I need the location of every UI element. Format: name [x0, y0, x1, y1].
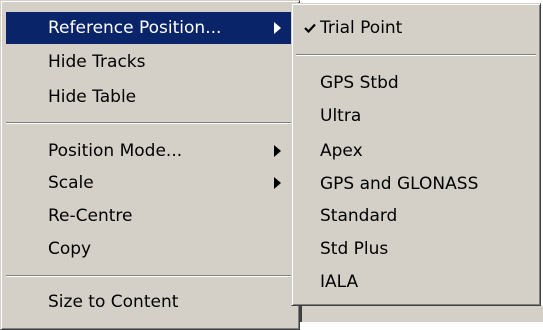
menu-item-label: Reference Position... [48, 18, 222, 38]
menu-item-position-mode[interactable]: Position Mode... [6, 135, 293, 167]
submenu-item-standard[interactable]: Standard [296, 200, 536, 232]
window-edge [300, 306, 302, 322]
reference-position-submenu: Trial Point GPS Stbd Ultra Apex GPS and … [291, 3, 541, 306]
menu-item-reference-position[interactable]: Reference Position... [6, 12, 293, 44]
submenu-item-label: Std Plus [320, 239, 389, 259]
submenu-item-label: IALA [320, 272, 359, 292]
menu-item-label: Scale [48, 173, 94, 193]
submenu-item-apex[interactable]: Apex [296, 135, 536, 167]
submenu-item-trial-point[interactable]: Trial Point [296, 12, 536, 44]
menu-item-hide-tracks[interactable]: Hide Tracks [6, 46, 293, 78]
menu-item-label: Position Mode... [48, 141, 183, 161]
context-menu: Reference Position... Hide Tracks Hide T… [0, 0, 300, 330]
submenu-item-label: GPS Stbd [320, 73, 399, 93]
submenu-item-gps-stbd[interactable]: GPS Stbd [296, 67, 536, 99]
menu-item-label: Hide Tracks [48, 52, 146, 72]
menu-item-copy[interactable]: Copy [6, 233, 293, 265]
menu-item-label: Size to Content [48, 292, 179, 312]
menu-item-label: Copy [48, 239, 92, 259]
submenu-item-iala[interactable]: IALA [296, 266, 536, 298]
submenu-item-label: GPS and GLONASS [320, 174, 479, 194]
submenu-item-label: Trial Point [320, 18, 403, 38]
menu-item-re-centre[interactable]: Re-Centre [6, 200, 293, 232]
check-icon [304, 23, 316, 33]
menu-separator [296, 54, 536, 56]
submenu-item-ultra[interactable]: Ultra [296, 100, 536, 132]
submenu-item-label: Ultra [320, 106, 362, 126]
menu-separator [6, 122, 292, 124]
menu-item-hide-table[interactable]: Hide Table [6, 81, 293, 113]
submenu-item-gps-and-glonass[interactable]: GPS and GLONASS [296, 168, 536, 200]
window-background [300, 306, 543, 322]
menu-item-size-to-content[interactable]: Size to Content [6, 286, 293, 318]
submenu-arrow-icon [274, 145, 281, 157]
menu-separator [6, 275, 292, 277]
submenu-item-label: Standard [320, 206, 398, 226]
menu-item-scale[interactable]: Scale [6, 167, 293, 199]
submenu-item-std-plus[interactable]: Std Plus [296, 233, 536, 265]
menu-item-label: Re-Centre [48, 206, 133, 226]
menu-item-label: Hide Table [48, 87, 137, 107]
submenu-arrow-icon [274, 22, 281, 34]
submenu-item-label: Apex [320, 141, 363, 161]
submenu-arrow-icon [274, 177, 281, 189]
